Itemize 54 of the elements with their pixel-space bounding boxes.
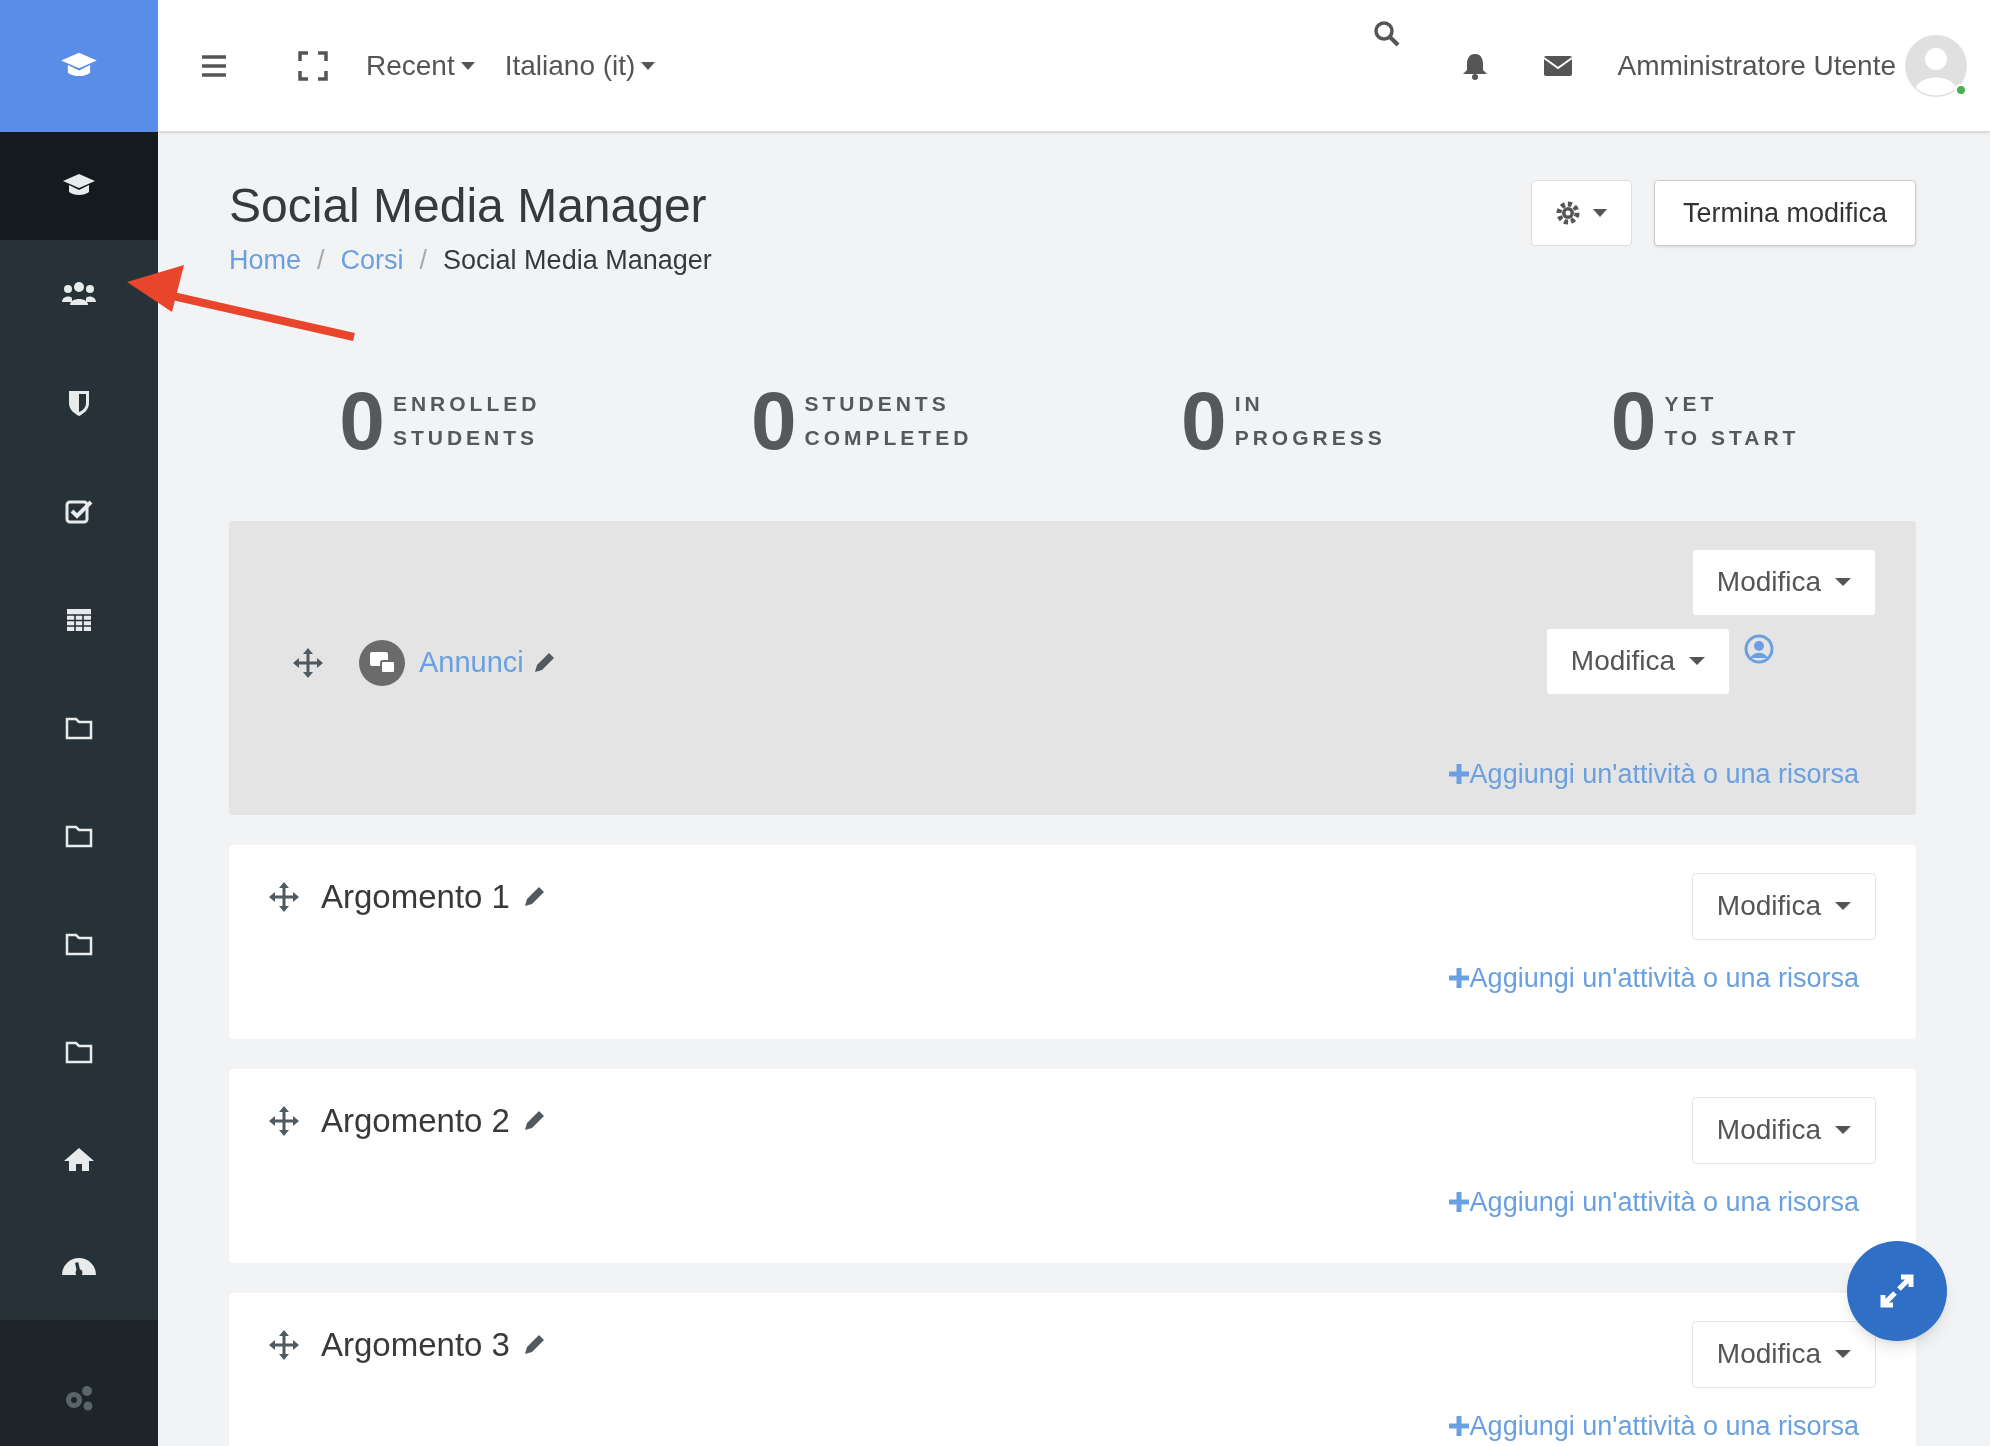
plus-icon bbox=[1447, 966, 1470, 989]
edit-menu-button[interactable]: Modifica bbox=[1692, 548, 1876, 616]
breadcrumb-separator: / bbox=[419, 244, 428, 277]
stat-label: ENROLLED bbox=[392, 390, 541, 417]
caret-icon bbox=[1835, 577, 1852, 587]
stat-label: TO START bbox=[1664, 424, 1800, 451]
plus-icon bbox=[1447, 1190, 1470, 1213]
move-icon[interactable] bbox=[293, 647, 323, 678]
edit-menu-button[interactable]: Modifica bbox=[1692, 1320, 1876, 1388]
user-name[interactable]: Amministratore Utente bbox=[1617, 44, 1896, 87]
stat-value: 0 bbox=[1610, 380, 1657, 461]
stat-label: PROGRESS bbox=[1234, 424, 1386, 451]
stat-value: 0 bbox=[1181, 380, 1227, 461]
caret-icon bbox=[460, 60, 475, 71]
gear-icon bbox=[1555, 200, 1582, 226]
stat-label: STUDENTS bbox=[392, 424, 540, 451]
settings-menu-button[interactable] bbox=[1530, 180, 1632, 246]
stat-value: 0 bbox=[339, 380, 385, 461]
breadcrumb-current: Social Media Manager bbox=[443, 244, 712, 277]
nav-menu[interactable]: Italiano (it) bbox=[504, 44, 656, 87]
nav-menu[interactable]: Recent bbox=[366, 44, 475, 87]
caret-icon bbox=[1593, 208, 1608, 218]
fullscreen-icon[interactable] bbox=[298, 50, 328, 81]
plus-icon bbox=[1447, 763, 1470, 786]
caret-icon bbox=[1835, 901, 1852, 911]
edit-menu-button[interactable]: Modifica bbox=[1546, 627, 1730, 695]
caret-icon bbox=[1835, 1349, 1852, 1359]
edit-menu-button[interactable]: Modifica bbox=[1692, 1096, 1876, 1164]
section-title: Argomento 1 bbox=[321, 876, 510, 917]
forum-icon[interactable] bbox=[359, 639, 405, 686]
caret-icon bbox=[1689, 656, 1706, 666]
stat-value: 0 bbox=[750, 380, 797, 461]
dashboard-icon bbox=[62, 1257, 96, 1275]
stat-label: COMPLETED bbox=[804, 424, 973, 451]
edit-menu-button[interactable]: Modifica bbox=[1692, 872, 1876, 940]
stat-label: IN bbox=[1234, 390, 1265, 417]
sidebar-item[interactable] bbox=[0, 132, 158, 240]
move-icon[interactable] bbox=[269, 1329, 299, 1360]
move-icon[interactable] bbox=[269, 881, 299, 912]
caret-icon bbox=[1835, 1125, 1852, 1135]
search-icon[interactable] bbox=[1373, 20, 1402, 48]
expand-icon bbox=[1879, 1273, 1915, 1309]
end-editing-button[interactable]: Termina modifica bbox=[1653, 180, 1916, 246]
section-title: Argomento 3 bbox=[321, 1324, 510, 1365]
stat-label: STUDENTS bbox=[804, 390, 951, 417]
logo-tile[interactable] bbox=[0, 0, 158, 132]
page-title: Social Media Manager bbox=[229, 178, 708, 234]
section-title: Argomento 2 bbox=[321, 1100, 510, 1141]
caret-icon bbox=[641, 60, 656, 71]
envelope-icon[interactable] bbox=[1543, 53, 1574, 78]
move-icon[interactable] bbox=[269, 1105, 299, 1136]
stat-label: YET bbox=[1664, 390, 1719, 417]
breadcrumb-separator: / bbox=[317, 244, 325, 277]
plus-icon bbox=[1447, 1414, 1470, 1437]
